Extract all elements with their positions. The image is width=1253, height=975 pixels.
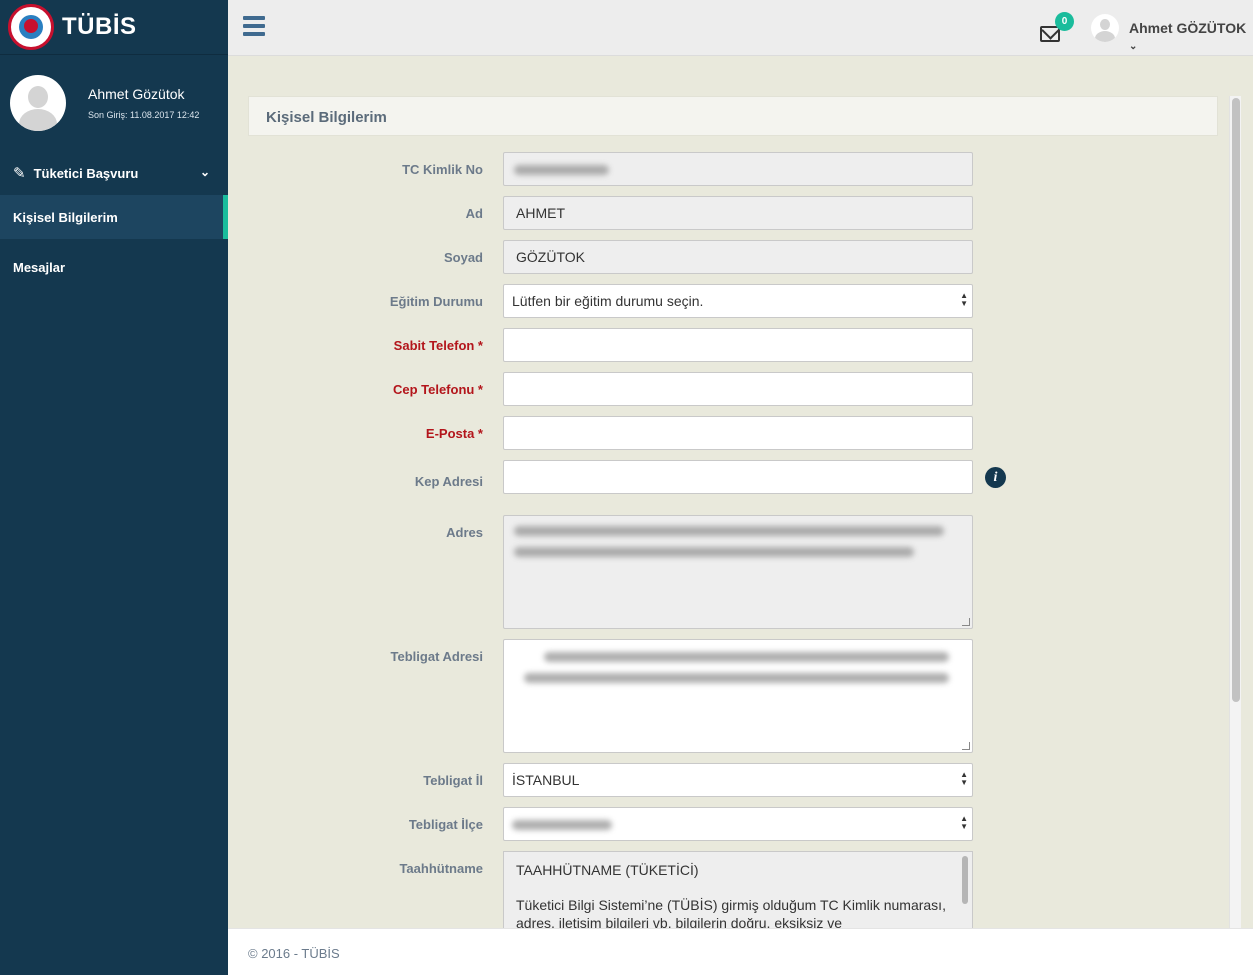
tebligat-ilce-select[interactable]: ▲ ▼ <box>503 807 973 841</box>
scrollbar-thumb[interactable] <box>962 856 968 904</box>
select-arrows-icon: ▲ ▼ <box>960 770 968 787</box>
user-name: Ahmet GÖZÜTOK <box>1129 20 1247 36</box>
footer-text: © 2016 - TÜBİS <box>248 946 340 961</box>
taahhutname-label: Taahhütname <box>399 861 483 876</box>
brand-name: TÜBİS <box>62 13 137 40</box>
egitim-selected-value: Lütfen bir eğitim durumu seçin. <box>512 293 704 309</box>
tebligat-adres-label: Tebligat Adresi <box>390 649 483 664</box>
footer: © 2016 - TÜBİS <box>228 928 1253 975</box>
chevron-down-icon: ⌄ <box>199 165 210 179</box>
egitim-select[interactable]: Lütfen bir eğitim durumu seçin. ▲ ▼ <box>503 284 973 318</box>
cep-telefonu-label: Cep Telefonu * <box>392 382 483 397</box>
ad-field: AHMET <box>503 196 973 230</box>
select-arrows-icon: ▲ ▼ <box>960 291 968 308</box>
panel-header: Kişisel Bilgilerim <box>248 96 1218 136</box>
user-avatar[interactable] <box>1091 14 1119 42</box>
page-scrollbar[interactable] <box>1229 96 1241 928</box>
redacted-value <box>544 652 949 662</box>
redacted-value <box>514 526 944 536</box>
tebligat-adres-textarea[interactable] <box>503 639 973 753</box>
egitim-label: Eğitim Durumu <box>389 294 483 309</box>
sidebar-profile: Ahmet Gözütok Son Giriş: 11.08.2017 12:4… <box>0 55 228 151</box>
redacted-value <box>524 673 949 683</box>
cep-telefonu-input[interactable] <box>503 372 973 406</box>
taahhutname-title: TAAHHÜTNAME (TÜKETİCİ) <box>516 862 699 878</box>
tc-label: TC Kimlik No <box>402 162 483 177</box>
sabit-telefon-label: Sabit Telefon * <box>393 338 483 353</box>
chevron-down-icon: ⌄ <box>1129 41 1138 52</box>
avatar <box>10 75 66 131</box>
redacted-value <box>514 165 609 175</box>
scrollbar-thumb[interactable] <box>1232 98 1240 702</box>
tc-field <box>503 152 973 186</box>
sidebar-item-label: Tüketici Başvuru <box>33 165 139 181</box>
soyad-field: GÖZÜTOK <box>503 240 973 274</box>
ad-label: Ad <box>465 206 483 221</box>
kep-input[interactable] <box>503 460 973 494</box>
profile-name: Ahmet Gözütok <box>88 86 185 102</box>
tebligat-ilce-label: Tebligat İlçe <box>408 817 483 832</box>
soyad-label: Soyad <box>443 250 483 265</box>
info-icon[interactable]: i <box>985 467 1006 488</box>
user-menu[interactable]: Ahmet GÖZÜTOK ⌄ <box>1129 20 1253 52</box>
tebligat-il-label: Tebligat İl <box>423 773 483 788</box>
brand[interactable]: TÜBİS <box>0 0 228 55</box>
resize-grip-icon[interactable] <box>962 618 970 626</box>
adres-textarea <box>503 515 973 629</box>
sidebar: TÜBİS Ahmet Gözütok Son Giriş: 11.08.201… <box>0 0 228 975</box>
menu-toggle-icon[interactable] <box>243 16 265 36</box>
tebligat-il-select[interactable]: İSTANBUL ▲ ▼ <box>503 763 973 797</box>
topbar: 0 Ahmet GÖZÜTOK ⌄ <box>228 0 1253 56</box>
sidebar-item-tuketici-basvuru[interactable]: ✎ Tüketici Başvuru ⌄ <box>0 151 228 195</box>
sidebar-item-label: Mesajlar <box>13 259 66 275</box>
taahhutname-box[interactable]: TAAHHÜTNAME (TÜKETİCİ) Tüketici Bilgi Si… <box>503 851 973 929</box>
resize-grip-icon[interactable] <box>962 742 970 750</box>
select-arrows-icon: ▲ ▼ <box>960 814 968 831</box>
tubis-logo <box>8 4 54 50</box>
redacted-value <box>514 547 914 557</box>
mail-count-badge: 0 <box>1055 12 1074 31</box>
last-login: Son Giriş: 11.08.2017 12:42 <box>88 110 200 120</box>
sabit-telefon-input[interactable] <box>503 328 973 362</box>
redacted-value <box>512 820 612 830</box>
page-title: Kişisel Bilgilerim <box>266 109 387 126</box>
kep-label: Kep Adresi <box>414 474 483 489</box>
adres-label: Adres <box>446 525 483 540</box>
edit-icon: ✎ <box>13 165 26 182</box>
sidebar-item-label: Kişisel Bilgilerim <box>13 209 118 225</box>
eposta-label: E-Posta * <box>425 426 483 441</box>
tebligat-il-selected-value: İSTANBUL <box>512 772 580 788</box>
sidebar-item-kisisel-bilgilerim[interactable]: Kişisel Bilgilerim <box>0 195 228 239</box>
eposta-input[interactable] <box>503 416 973 450</box>
taahhutname-text: Tüketici Bilgi Sistemi’ne (TÜBİS) girmiş… <box>516 897 946 929</box>
sidebar-item-mesajlar[interactable]: Mesajlar <box>0 245 228 289</box>
